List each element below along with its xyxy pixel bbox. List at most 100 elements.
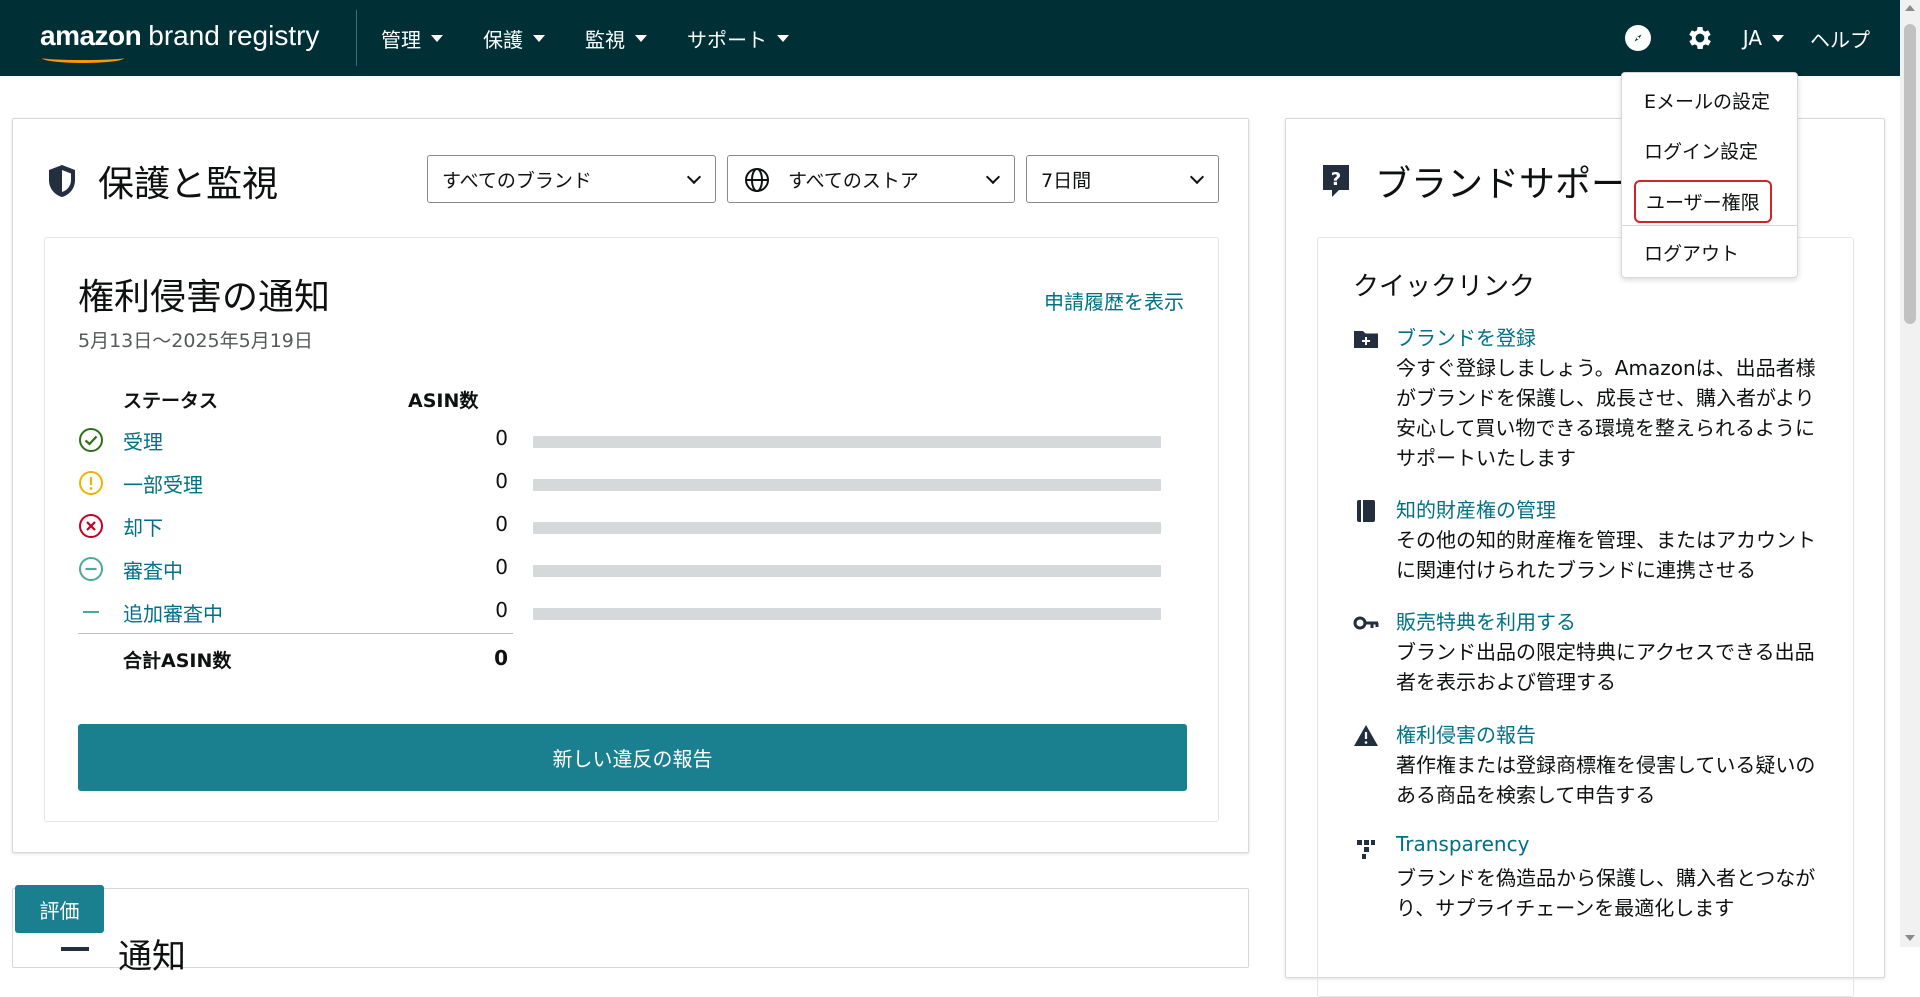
compass-icon[interactable] [1624, 25, 1651, 51]
menu-item-login-settings[interactable]: ログイン設定 [1644, 137, 1758, 164]
quick-links-card: クイックリンク ブランドを登録 今すぐ登録しましょう。Amazonは、出品者様が… [1317, 237, 1854, 997]
brand-support-title: ブランドサポート [1375, 164, 1664, 205]
chevron-down-icon [1189, 169, 1205, 185]
status-row-accepted: 受理 0 [78, 420, 1188, 463]
folder-plus-icon [1354, 331, 1378, 348]
status-label[interactable]: 審査中 [123, 555, 183, 584]
scroll-down-arrow-icon[interactable] [1905, 935, 1915, 941]
top-navigation-bar: amazon brand registry 管理 保護 監視 サポート JA ヘ… [0, 0, 1900, 76]
total-asin-label: 合計ASIN数 [123, 650, 232, 672]
protection-title: 保護と監視 [98, 164, 279, 205]
status-label[interactable]: 却下 [123, 512, 163, 541]
status-count: 0 [495, 426, 508, 450]
language-selector[interactable]: JA [1743, 26, 1784, 50]
store-select[interactable]: すべてのストア [727, 155, 1015, 203]
logo-brand-registry-text: brand registry [148, 20, 320, 51]
menu-item-email-settings[interactable]: Eメールの設定 [1644, 87, 1770, 114]
status-row-rejected: 却下 0 [78, 506, 1188, 549]
quick-link-label[interactable]: ブランドを登録 [1396, 322, 1536, 351]
globe-icon [745, 168, 769, 192]
quick-links-title: クイックリンク [1353, 272, 1536, 302]
period-select-value: 7日間 [1041, 169, 1092, 192]
period-select[interactable]: 7日間 [1026, 155, 1219, 203]
status-label[interactable]: 受理 [123, 426, 163, 455]
brand-select[interactable]: すべてのブランド [427, 155, 716, 203]
menu-manage[interactable]: 管理 [381, 24, 443, 53]
protection-monitoring-card: 保護と監視 すべてのブランド すべてのストア 7日間 権利侵害の通知 申請履歴を… [12, 118, 1249, 853]
quick-link-label[interactable]: 権利侵害の報告 [1396, 719, 1536, 748]
store-select-value: すべてのストア [788, 169, 919, 192]
gear-icon[interactable] [1685, 23, 1715, 53]
help-question-icon: ? [1323, 165, 1349, 197]
settings-dropdown-menu: Eメールの設定 ログイン設定 ユーザー権限 ログアウト [1621, 72, 1798, 278]
quick-link-description: ブランド出品の限定特典にアクセスできる出品者を表示および管理する [1396, 640, 1815, 694]
book-icon [1357, 500, 1375, 522]
menu-item-logout[interactable]: ログアウト [1644, 239, 1739, 266]
status-column-header: ステータス [123, 390, 219, 412]
menu-monitor[interactable]: 監視 [585, 24, 647, 53]
menu-protect[interactable]: 保護 [483, 24, 545, 53]
transparency-icon [1357, 840, 1375, 859]
quick-link-description: 著作権または登録商標権を侵害している疑いのある商品を検索して申告する [1396, 753, 1816, 807]
asin-count-column-header: ASIN数 [408, 390, 479, 412]
quick-link-description: ブランドを偽造品から保護し、購入者とつながり、サプライチェーンを最適化します [1396, 866, 1816, 920]
status-bar [533, 522, 1161, 534]
total-asin-value: 0 [494, 646, 508, 670]
check-circle-icon [79, 428, 103, 452]
minus-circle-icon [79, 557, 103, 581]
view-history-link[interactable]: 申請履歴を表示 [1044, 286, 1184, 315]
menu-protect-label: 保護 [483, 27, 523, 52]
nav-right-tools: JA ヘルプ [1624, 0, 1870, 76]
svg-text:?: ? [1331, 169, 1341, 190]
scrollbar-thumb[interactable] [1904, 24, 1916, 324]
status-label[interactable]: 追加審査中 [123, 598, 223, 627]
protection-header: 保護と監視 [46, 155, 278, 207]
menu-manage-label: 管理 [381, 27, 421, 52]
status-row-reviewing: 審査中 0 [78, 549, 1188, 592]
chevron-down-icon [686, 169, 702, 185]
language-label: JA [1742, 26, 1762, 50]
status-bar [533, 436, 1161, 448]
notifications-title: 通知 [118, 937, 186, 977]
menu-support[interactable]: サポート [687, 24, 789, 53]
menu-support-label: サポート [687, 27, 767, 52]
quick-link-description: その他の知的財産権を管理、またはアカウントに関連付けられたブランドに連携させる [1396, 528, 1816, 582]
quick-link-label[interactable]: 販売特典を利用する [1396, 606, 1576, 635]
status-row-additional-review: 追加審査中 0 [78, 592, 1188, 635]
quick-link-description: 今すぐ登録しましょう。Amazonは、出品者様がブランドを保護し、成長させ、購入… [1396, 356, 1816, 470]
quick-link-label[interactable]: Transparency [1396, 832, 1529, 856]
status-row-partial: 一部受理 0 [78, 463, 1188, 506]
list-icon [61, 947, 89, 951]
nav-divider [356, 10, 357, 66]
status-count: 0 [495, 555, 508, 579]
quick-link-label[interactable]: 知的財産権の管理 [1396, 494, 1556, 523]
warning-icon [1354, 725, 1378, 746]
status-label[interactable]: 一部受理 [123, 469, 203, 498]
infringement-notice-title: 権利侵害の通知 [78, 277, 331, 318]
menu-item-user-permissions[interactable]: ユーザー権限 [1634, 180, 1772, 223]
page-scrollbar[interactable] [1900, 0, 1920, 947]
status-bar [533, 565, 1161, 577]
caret-down-icon [1772, 34, 1784, 42]
exclamation-circle-icon [79, 471, 103, 495]
x-circle-icon [79, 514, 103, 538]
help-link[interactable]: ヘルプ [1810, 24, 1870, 53]
status-count: 0 [495, 469, 508, 493]
feedback-button[interactable]: 評価 [15, 885, 104, 933]
caret-down-icon [777, 34, 789, 42]
scroll-up-arrow-icon[interactable] [1905, 5, 1915, 11]
report-new-violation-button[interactable]: 新しい違反の報告 [78, 724, 1187, 791]
caret-down-icon [431, 34, 443, 42]
dash-icon [83, 611, 99, 613]
brand-support-header: ? ブランドサポート [1321, 155, 1663, 207]
amazon-smile-icon [42, 53, 124, 63]
logo-amazon-text: amazon [40, 20, 142, 51]
caret-down-icon [533, 34, 545, 42]
notifications-card: 通知 [12, 888, 1249, 977]
status-count: 0 [495, 512, 508, 536]
infringement-notice-card: 権利侵害の通知 申請履歴を表示 5月13日〜2025年5月19日 ステータス A… [44, 237, 1219, 822]
shield-icon [49, 165, 75, 197]
date-range: 5月13日〜2025年5月19日 [78, 330, 313, 352]
menu-monitor-label: 監視 [585, 27, 625, 52]
brand-registry-logo[interactable]: amazon brand registry [40, 20, 320, 63]
